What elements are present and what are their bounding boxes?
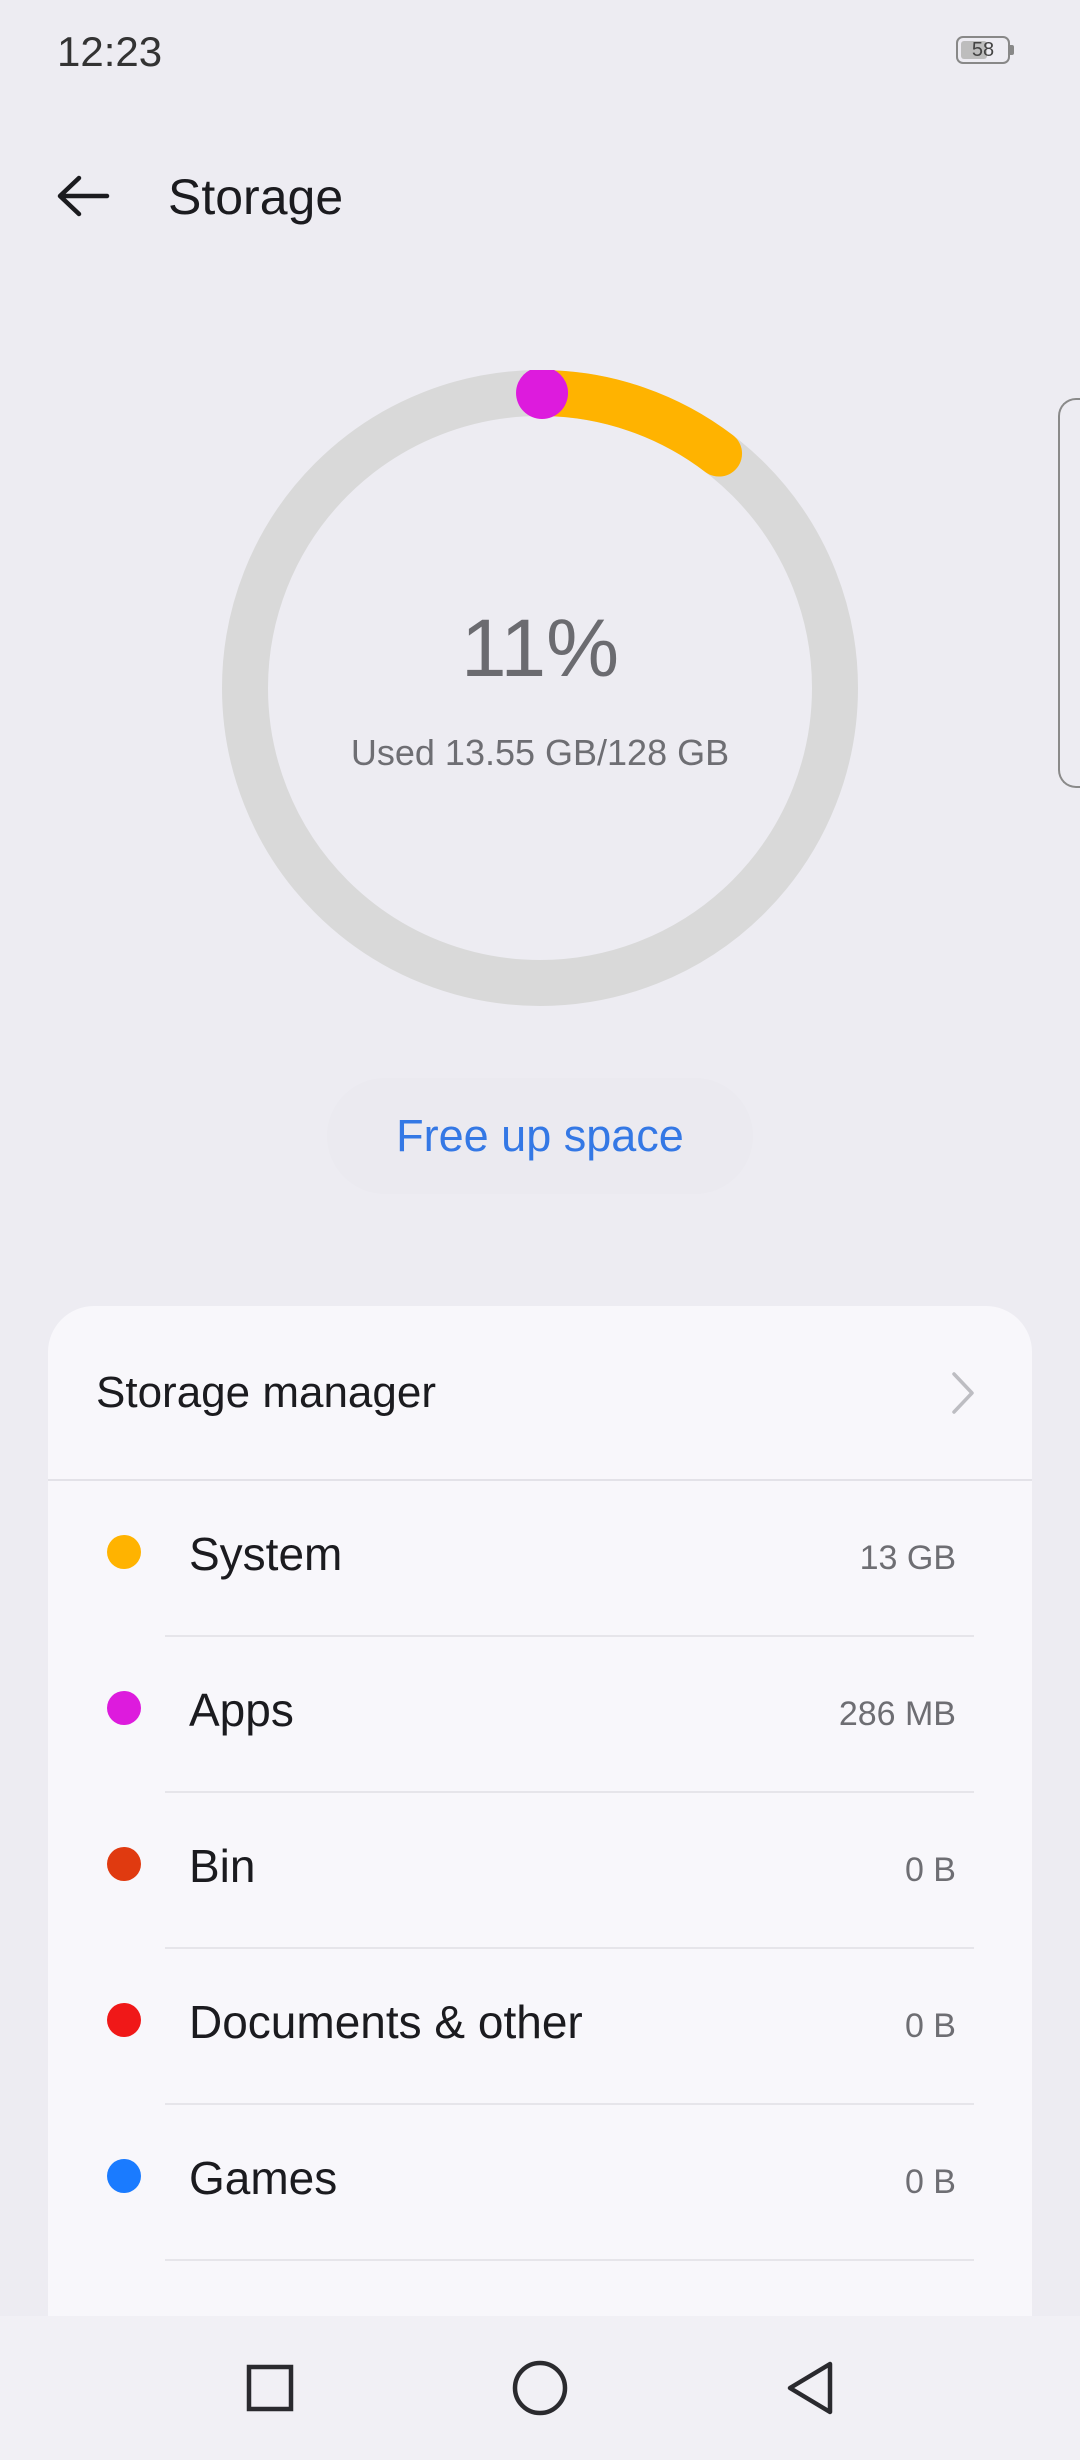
header: Storage <box>0 140 1080 250</box>
documents-color-dot <box>107 2003 141 2037</box>
triangle-back-icon <box>787 2361 833 2415</box>
storage-card: Storage manager System 13 GB Apps 286 MB… <box>48 1306 1032 2460</box>
free-up-space-button[interactable]: Free up space <box>327 1078 753 1194</box>
navigation-bar <box>0 2316 1080 2460</box>
games-color-dot <box>107 2159 141 2193</box>
category-label: Bin <box>189 1840 256 1892</box>
ring-segment-system <box>521 370 743 477</box>
chevron-right-icon <box>952 1372 974 1414</box>
category-size: 0 B <box>904 2163 956 2201</box>
bin-color-dot <box>107 1847 141 1881</box>
recents-button[interactable] <box>230 2348 310 2428</box>
category-size: 0 B <box>904 1851 956 1889</box>
category-label: Games <box>189 2152 338 2204</box>
category-size: 0 B <box>904 2007 956 2045</box>
storage-usage-ring: 11% Used 13.55 GB/128 GB <box>222 370 858 1006</box>
category-row-bin[interactable]: Bin 0 B <box>48 1793 1032 1949</box>
system-color-dot <box>107 1535 141 1569</box>
row-divider <box>165 2259 974 2261</box>
category-row-games[interactable]: Games 0 B <box>48 2105 1032 2261</box>
back-nav-button[interactable] <box>770 2348 850 2428</box>
square-icon <box>246 2364 294 2412</box>
usage-used-label: Used 13.55 GB/128 GB <box>350 732 730 773</box>
category-label: Documents & other <box>189 1996 583 2048</box>
usage-percent: 11% <box>460 603 620 694</box>
category-row-system[interactable]: System 13 GB <box>48 1481 1032 1637</box>
category-label: Apps <box>189 1684 294 1736</box>
page-title: Storage <box>168 169 344 225</box>
category-size: 286 MB <box>838 1695 956 1733</box>
storage-screen: 12:23 58 Storage 11% Used 13.55 GB/128 G… <box>0 0 1080 2460</box>
home-button[interactable] <box>500 2348 580 2428</box>
arrow-left-icon <box>57 175 109 217</box>
status-bar: 12:23 58 <box>0 0 1080 100</box>
edge-panel-handle[interactable] <box>1058 398 1080 788</box>
storage-manager-row[interactable]: Storage manager <box>48 1306 1032 1479</box>
apps-color-dot <box>107 1691 141 1725</box>
category-size: 13 GB <box>859 1539 956 1577</box>
battery-icon: 58 <box>956 36 1014 66</box>
circle-icon <box>512 2360 568 2416</box>
category-row-documents[interactable]: Documents & other 0 B <box>48 1949 1032 2105</box>
back-button[interactable] <box>40 160 125 232</box>
category-row-apps[interactable]: Apps 286 MB <box>48 1637 1032 1793</box>
battery-level: 58 <box>971 39 995 61</box>
category-label: System <box>189 1528 343 1580</box>
status-time: 12:23 <box>57 28 163 75</box>
battery-tip <box>1010 45 1014 55</box>
storage-manager-label: Storage manager <box>96 1368 436 1417</box>
